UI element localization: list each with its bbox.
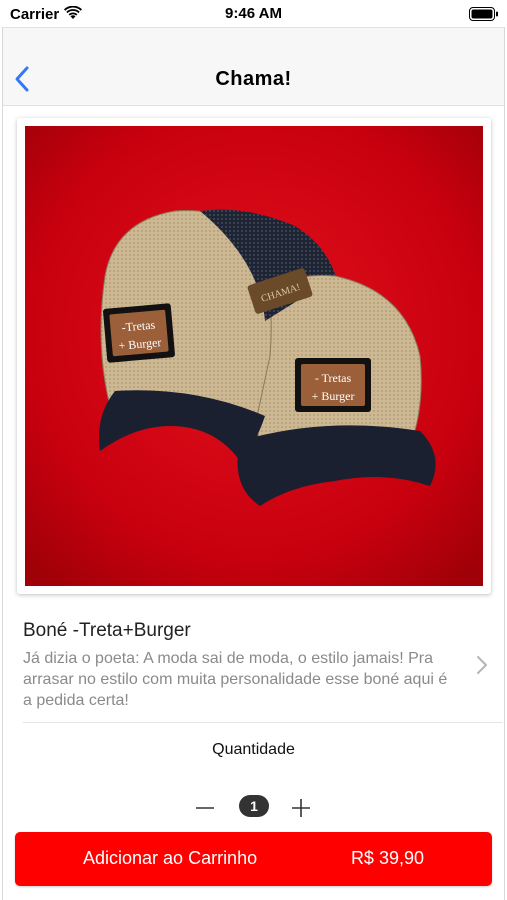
- minus-icon[interactable]: [193, 796, 217, 820]
- navigation-bar: Chama!: [3, 28, 504, 106]
- page-title: Chama!: [215, 68, 292, 90]
- quantity-stepper: 1: [0, 790, 507, 826]
- image-badge-left-text: -Tretas: [121, 318, 156, 335]
- product-name: Boné -Treta+Burger: [23, 620, 191, 641]
- product-image: CHAMA! -Tretas + Burger - Tretas + Burge…: [25, 126, 483, 586]
- chevron-right-icon[interactable]: [476, 655, 488, 675]
- add-to-cart-label: Adicionar ao Carrinho: [83, 848, 258, 868]
- image-badge-right-line1: - Tretas: [315, 371, 352, 385]
- product-description: Já dizia o poeta: A moda sai de moda, o …: [23, 650, 448, 709]
- battery-icon: [469, 7, 498, 21]
- product-info-row[interactable]: Boné -Treta+Burger Já dizia o poeta: A m…: [3, 605, 504, 723]
- add-to-cart-button[interactable]: Adicionar ao Carrinho R$ 39,90: [15, 832, 492, 886]
- status-bar: Carrier 9:46 AM: [0, 0, 507, 28]
- cart-price: R$ 39,90: [350, 848, 424, 868]
- quantity-label: Quantidade: [212, 741, 295, 758]
- plus-icon[interactable]: [289, 796, 313, 820]
- product-image-card: CHAMA! -Tretas + Burger - Tretas + Burge…: [17, 118, 491, 594]
- divider: [23, 722, 503, 723]
- image-badge-right-line2: + Burger: [312, 389, 355, 403]
- quantity-value: 1: [239, 795, 269, 817]
- status-time: 9:46 AM: [225, 5, 282, 22]
